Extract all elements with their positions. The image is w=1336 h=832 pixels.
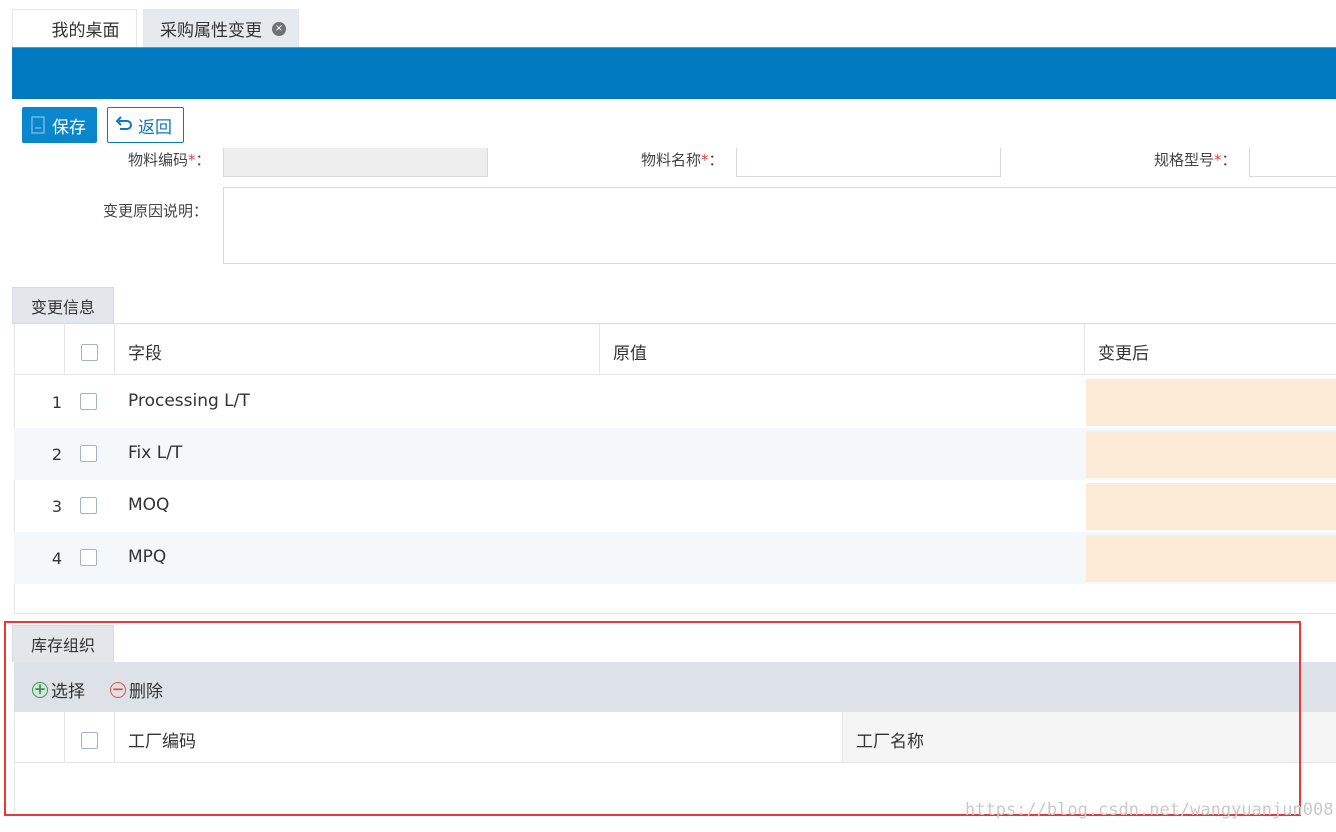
row-number: 4 — [51, 549, 62, 568]
after-value-cell[interactable] — [1086, 431, 1336, 478]
row-checkbox[interactable] — [80, 393, 97, 410]
reason-textarea[interactable] — [223, 187, 1336, 264]
spec-model-label: 规格型号*： — [1154, 151, 1237, 169]
divider — [1084, 324, 1085, 374]
save-label: 保存 — [52, 117, 86, 138]
table-row[interactable]: 2 Fix L/T — [14, 428, 1336, 480]
back-button[interactable]: 返回 — [107, 107, 184, 143]
after-value-cell[interactable] — [1086, 535, 1336, 582]
row-checkbox[interactable] — [80, 497, 97, 514]
table-row[interactable]: 3 MOQ — [14, 480, 1336, 532]
highlight-box — [4, 621, 1301, 816]
material-code-label: 物料编码*： — [128, 151, 211, 169]
reason-label: 变更原因说明： — [103, 202, 209, 220]
save-button[interactable]: 保存 — [22, 107, 97, 143]
row-checkbox[interactable] — [80, 549, 97, 566]
select-all-checkbox[interactable] — [81, 344, 98, 361]
row-number: 3 — [51, 497, 62, 516]
column-header-field: 字段 — [128, 344, 162, 364]
material-code-field[interactable] — [223, 148, 488, 177]
material-name-field[interactable] — [736, 148, 1001, 177]
close-icon[interactable]: × — [272, 21, 286, 36]
after-value-cell[interactable] — [1086, 483, 1336, 530]
column-header-original: 原值 — [613, 344, 647, 364]
row-number: 1 — [51, 393, 62, 412]
save-icon — [31, 116, 45, 134]
divider — [15, 613, 1336, 614]
row-number: 2 — [51, 445, 62, 464]
tab-my-desktop[interactable]: 我的桌面 — [12, 9, 137, 47]
tab-label: 采购属性变更 — [160, 21, 262, 41]
section-tab-change-info[interactable]: 变更信息 — [12, 287, 114, 324]
field-name: MOQ — [128, 495, 170, 515]
undo-icon — [115, 116, 132, 130]
tab-purchase-attribute-change[interactable]: 采购属性变更 × — [143, 9, 299, 47]
column-header-after: 变更后 — [1098, 344, 1149, 364]
watermark: https://blog.csdn.net/wangyuanjun008 — [965, 800, 1334, 820]
row-checkbox[interactable] — [80, 445, 97, 462]
divider — [599, 324, 600, 374]
divider — [114, 324, 115, 374]
header-bar — [12, 47, 1336, 99]
table-row[interactable]: 1 Processing L/T — [14, 376, 1336, 428]
back-label: 返回 — [138, 117, 172, 138]
field-name: MPQ — [128, 547, 167, 567]
after-value-cell[interactable] — [1086, 379, 1336, 426]
table-row[interactable]: 4 MPQ — [14, 532, 1336, 584]
field-name: Processing L/T — [128, 391, 250, 411]
material-name-label: 物料名称*： — [641, 151, 724, 169]
field-name: Fix L/T — [128, 443, 183, 463]
divider — [64, 324, 65, 374]
spec-model-field[interactable] — [1249, 148, 1336, 177]
tab-label: 我的桌面 — [51, 21, 120, 41]
divider — [15, 374, 1336, 375]
